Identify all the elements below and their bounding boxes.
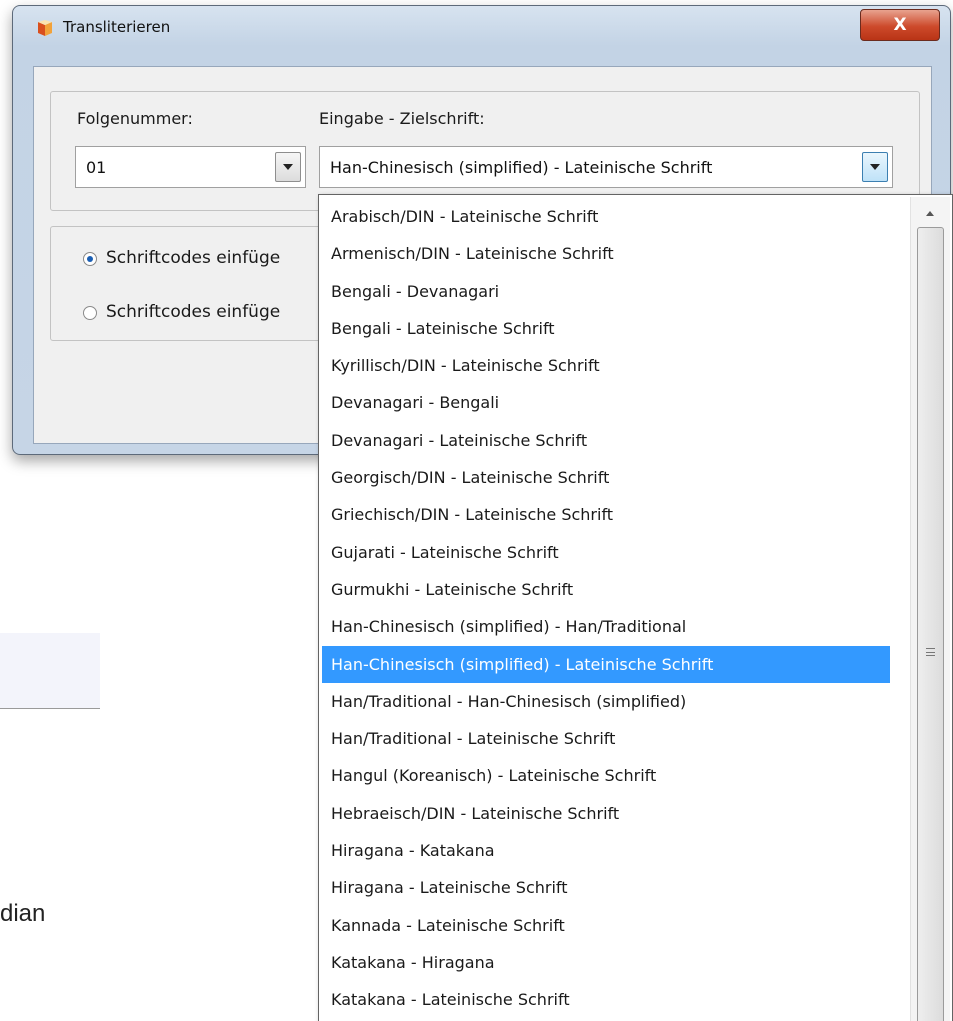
background-text: dian xyxy=(0,900,46,927)
sequence-number-combo[interactable]: 01 xyxy=(75,146,306,188)
dropdown-option[interactable]: Devanagari - Lateinische Schrift xyxy=(322,422,890,459)
dropdown-option[interactable]: Gujarati - Lateinische Schrift xyxy=(322,534,890,571)
scroll-up-button[interactable] xyxy=(915,201,945,225)
dropdown-scrollbar[interactable] xyxy=(910,197,950,1021)
dropdown-option[interactable]: Han-Chinesisch (simplified) - Lateinisch… xyxy=(322,645,890,683)
radio-option-1[interactable] xyxy=(83,252,97,266)
scroll-up-arrow-icon xyxy=(926,210,934,216)
sequence-dropdown-button[interactable] xyxy=(275,152,301,182)
dropdown-option[interactable]: Devanagari - Bengali xyxy=(322,384,890,421)
target-script-combo[interactable]: Han-Chinesisch (simplified) - Lateinisch… xyxy=(319,146,893,188)
target-script-label: Eingabe - Zielschrift: xyxy=(319,109,485,128)
transliterate-app-icon xyxy=(38,20,52,36)
close-icon: X xyxy=(893,15,907,35)
dialog-title: Transliterieren xyxy=(63,18,171,36)
dropdown-option[interactable]: Georgisch/DIN - Lateinische Schrift xyxy=(322,459,890,496)
scrollbar-thumb[interactable] xyxy=(917,227,944,1021)
radio-option-2-label[interactable]: Schriftcodes einfüge xyxy=(106,302,280,322)
chevron-down-icon xyxy=(283,164,293,170)
radio-option-2[interactable] xyxy=(83,306,97,320)
screen: dian Transliterieren X Folgenummer: Eing… xyxy=(0,0,953,1021)
dropdown-option[interactable]: Hangul (Koreanisch) - Lateinische Schrif… xyxy=(322,757,890,794)
dropdown-option[interactable]: Arabisch/DIN - Lateinische Schrift xyxy=(322,198,890,235)
dropdown-options: Arabisch/DIN - Lateinische Schrift Armeni… xyxy=(322,198,890,1021)
chevron-down-icon xyxy=(870,164,880,170)
sequence-number-value: 01 xyxy=(86,158,107,177)
background-panel xyxy=(0,633,100,709)
dropdown-option[interactable]: Hiragana - Katakana xyxy=(322,832,890,869)
dropdown-option[interactable]: Gurmukhi - Lateinische Schrift xyxy=(322,571,890,608)
scrollbar-grip-icon xyxy=(926,648,935,656)
target-script-dropdown-button[interactable] xyxy=(862,152,888,182)
dropdown-option[interactable]: Han/Traditional - Han-Chinesisch (simpli… xyxy=(322,683,890,720)
dropdown-option[interactable]: Bengali - Lateinische Schrift xyxy=(322,310,890,347)
dropdown-option[interactable]: Katakana - Lateinische Schrift xyxy=(322,981,890,1018)
dropdown-option[interactable]: Katakana - Hiragana xyxy=(322,944,890,981)
sequence-number-label: Folgenummer: xyxy=(77,109,193,128)
target-script-value: Han-Chinesisch (simplified) - Lateinisch… xyxy=(330,158,713,177)
dropdown-option[interactable]: Han-Chinesisch (simplified) - Han/Tradit… xyxy=(322,608,890,645)
dropdown-option[interactable]: Hebraeisch/DIN - Lateinische Schrift xyxy=(322,795,890,832)
dropdown-option[interactable]: Kannada - Lateinische Schrift xyxy=(322,907,890,944)
target-script-dropdown-list[interactable]: Arabisch/DIN - Lateinische Schrift Armeni… xyxy=(318,194,953,1021)
dropdown-option[interactable]: Kyrillisch/DIN - Lateinische Schrift xyxy=(322,347,890,384)
dropdown-option[interactable]: Bengali - Devanagari xyxy=(322,273,890,310)
dropdown-option[interactable]: Griechisch/DIN - Lateinische Schrift xyxy=(322,496,890,533)
dropdown-option[interactable]: Armenisch/DIN - Lateinische Schrift xyxy=(322,235,890,272)
dropdown-option[interactable]: Han/Traditional - Lateinische Schrift xyxy=(322,720,890,757)
dropdown-option[interactable]: Hiragana - Lateinische Schrift xyxy=(322,869,890,906)
close-button[interactable]: X xyxy=(860,9,940,41)
radio-option-1-label[interactable]: Schriftcodes einfüge xyxy=(106,248,280,268)
